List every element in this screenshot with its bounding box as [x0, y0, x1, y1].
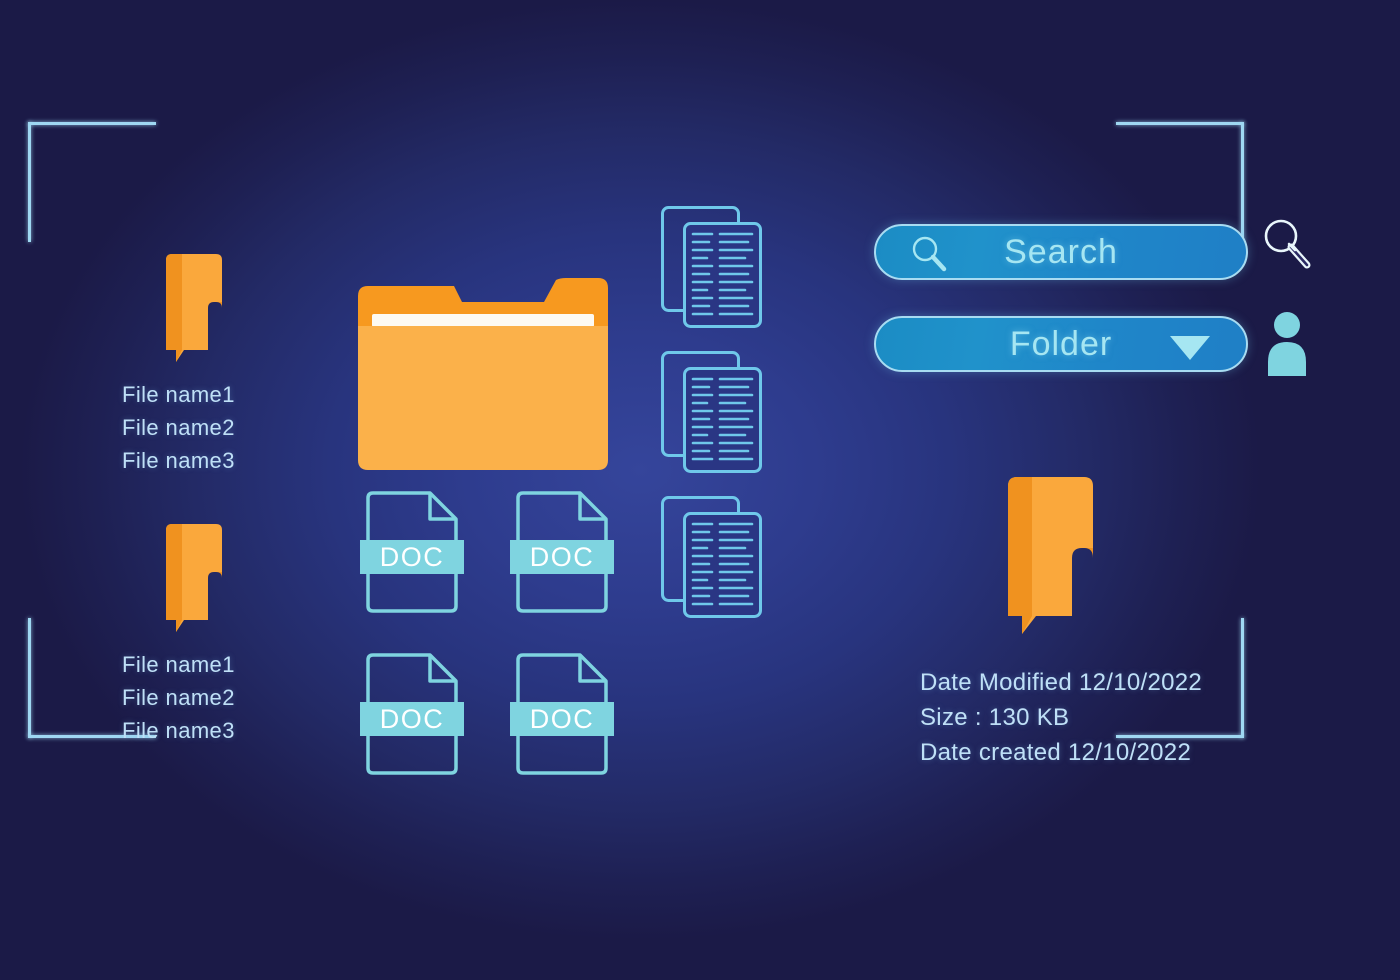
doc-label: DOC: [379, 541, 445, 572]
doc-label: DOC: [379, 703, 445, 734]
user-icon[interactable]: [1262, 310, 1312, 376]
doc-file-icon[interactable]: DOC: [360, 652, 464, 776]
file-name-item[interactable]: File name3: [122, 444, 235, 477]
file-name-item[interactable]: File name2: [122, 681, 235, 714]
search-input[interactable]: Search: [874, 224, 1248, 280]
doc-label-band: DOC: [360, 702, 464, 736]
date-created-row: Date created 12/10/2022: [920, 739, 1192, 766]
bookmark-file-icon[interactable]: [998, 474, 1108, 634]
chevron-down-icon[interactable]: [1170, 336, 1210, 360]
doc-label-band: DOC: [360, 540, 464, 574]
magnifier-icon[interactable]: [1262, 218, 1312, 272]
bookmark-file-icon[interactable]: [158, 522, 230, 632]
file-name-list-1: File name1 File name2 File name3: [122, 378, 235, 477]
file-name-item[interactable]: File name2: [122, 411, 235, 444]
doc-file-icon[interactable]: DOC: [510, 652, 614, 776]
file-name-item[interactable]: File name1: [122, 648, 235, 681]
doc-label-band: DOC: [510, 702, 614, 736]
file-name-list-2: File name1 File name2 File name3: [122, 648, 235, 747]
document-stack-icon[interactable]: [660, 495, 764, 620]
document-stack-icon[interactable]: [660, 205, 764, 330]
doc-label: DOC: [529, 703, 595, 734]
doc-label: DOC: [529, 541, 595, 572]
date-modified-row: Date Modified 12/10/2022: [920, 669, 1203, 696]
doc-label-band: DOC: [510, 540, 614, 574]
folder-icon[interactable]: [358, 278, 608, 473]
app-background: File name1 File name2 File name3 File na…: [0, 0, 1400, 980]
file-name-item[interactable]: File name1: [122, 378, 235, 411]
folder-select[interactable]: Folder: [874, 316, 1248, 372]
search-icon: [910, 235, 948, 273]
size-row: Size : 130 KB: [920, 704, 1070, 731]
document-stack-icon[interactable]: [660, 350, 764, 475]
file-details: Date Modified 12/10/2022 Size : 130 KB D…: [920, 665, 1202, 770]
bookmark-file-icon[interactable]: [158, 252, 230, 362]
file-name-item[interactable]: File name3: [122, 714, 235, 747]
doc-file-icon[interactable]: DOC: [510, 490, 614, 614]
doc-file-icon[interactable]: DOC: [360, 490, 464, 614]
